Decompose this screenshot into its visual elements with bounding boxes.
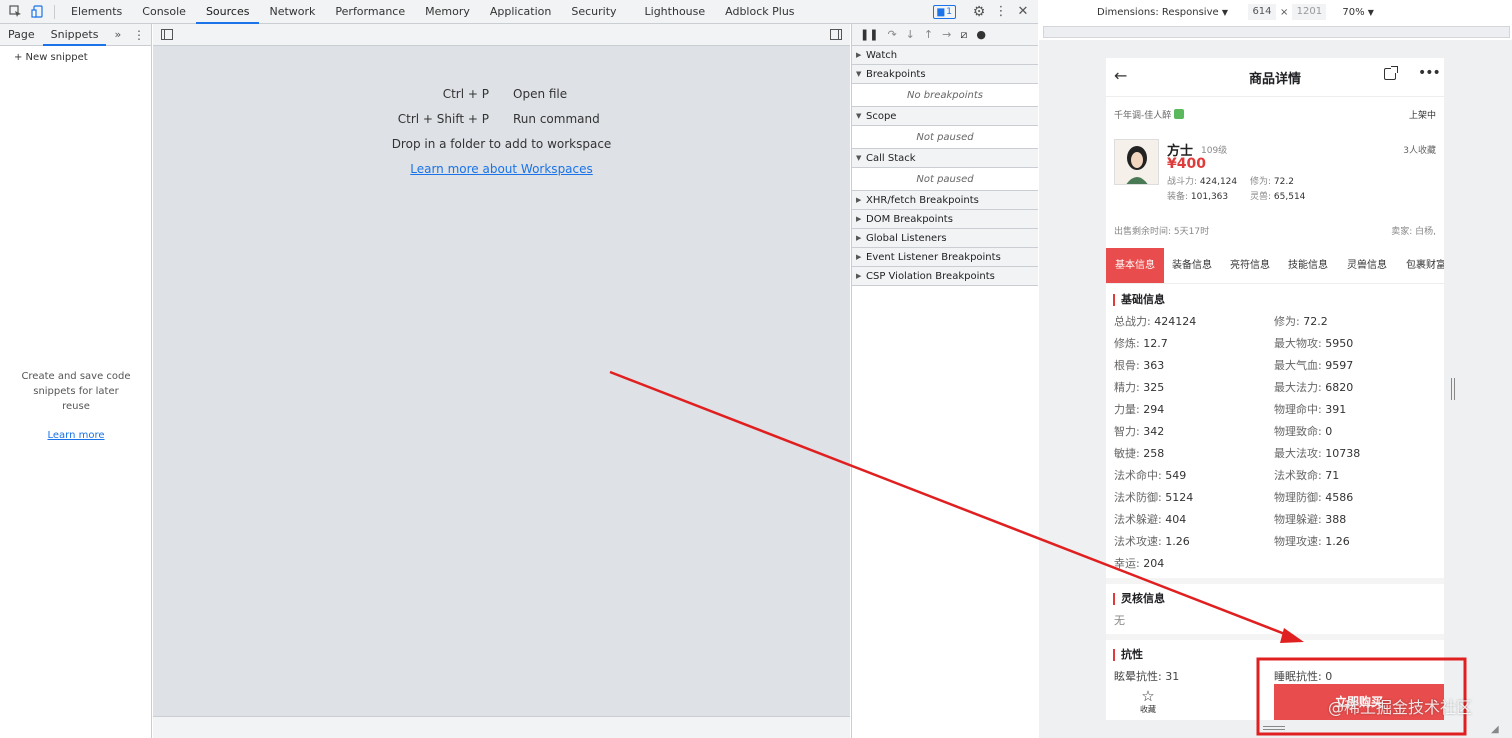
watermark: @稀土掘金技术社区: [1328, 698, 1473, 717]
annotation-overlay: [609, 370, 1467, 736]
annotation-arrowhead: [1280, 628, 1304, 643]
annotation-arrow-line: [609, 370, 1291, 638]
